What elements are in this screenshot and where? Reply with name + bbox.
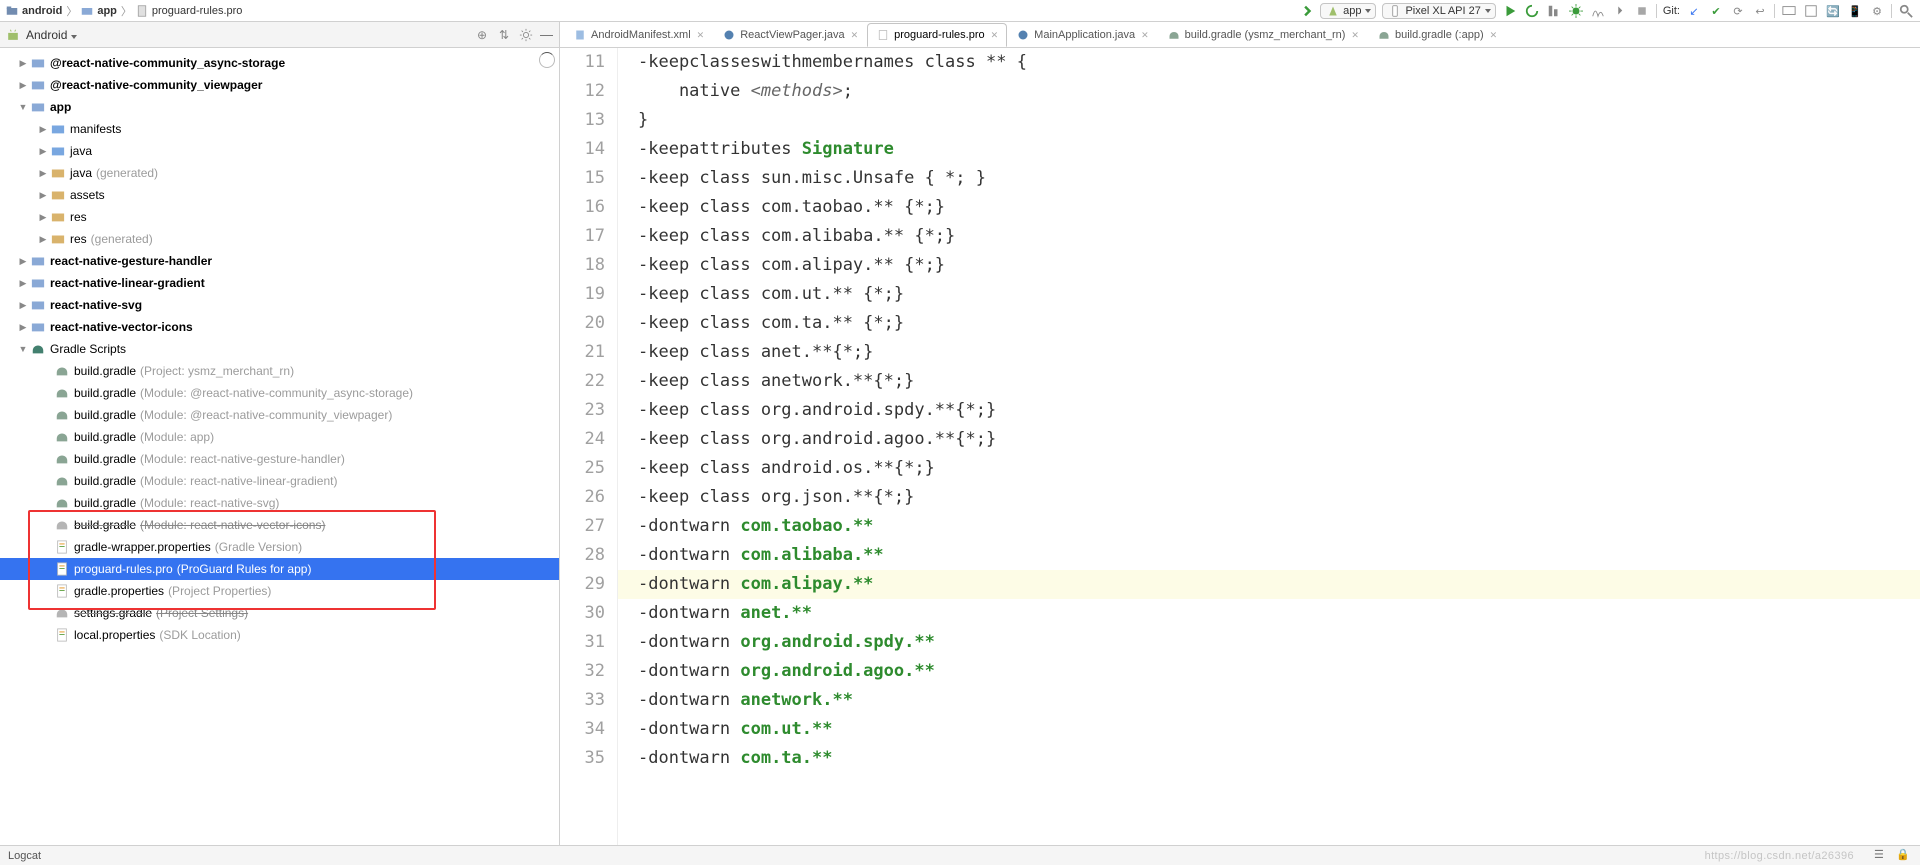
tree-file[interactable]: build.gradle(Module: react-native-gestur… xyxy=(0,448,559,470)
close-icon[interactable]: ✕ xyxy=(1351,30,1359,41)
tree-gradle-scripts[interactable]: ▼Gradle Scripts xyxy=(0,338,559,360)
android-icon xyxy=(6,28,20,42)
tree-folder[interactable]: ▶assets xyxy=(0,184,559,206)
git-revert-icon[interactable]: ↩ xyxy=(1752,3,1768,19)
tree-file[interactable]: build.gradle(Module: react-native-svg) xyxy=(0,492,559,514)
tree-folder[interactable]: ▶java xyxy=(0,140,559,162)
close-icon[interactable]: ✕ xyxy=(697,30,705,41)
git-label: Git: xyxy=(1663,5,1680,17)
tree-module[interactable]: ▶react-native-linear-gradient xyxy=(0,272,559,294)
sdk-manager-icon[interactable] xyxy=(1803,3,1819,19)
tree-file[interactable]: build.gradle(Project: ysmz_merchant_rn) xyxy=(0,360,559,382)
module-icon xyxy=(81,5,93,17)
sync-icon[interactable]: 🔄 xyxy=(1825,3,1841,19)
tree-file[interactable]: gradle.properties(Project Properties) xyxy=(0,580,559,602)
breadcrumb-sep: 〉 xyxy=(121,3,132,19)
tab-proguard[interactable]: proguard-rules.pro✕ xyxy=(867,23,1007,47)
event-log-icon[interactable]: ☰ xyxy=(1874,848,1890,864)
project-panel-header: Android ⊕ ⇅ — xyxy=(0,22,559,48)
tab-gradle[interactable]: build.gradle (:app)✕ xyxy=(1368,23,1506,47)
tree-file[interactable]: build.gradle(Module: @react-native-commu… xyxy=(0,404,559,426)
watermark-text: https://blog.csdn.net/a26396 xyxy=(1705,850,1854,862)
stop-icon[interactable] xyxy=(1634,3,1650,19)
xml-file-icon xyxy=(573,28,587,42)
git-update-icon[interactable]: ↙ xyxy=(1686,3,1702,19)
git-commit-icon[interactable]: ✔ xyxy=(1708,3,1724,19)
tree-module[interactable]: ▶@react-native-community_async-storage xyxy=(0,52,559,74)
java-class-icon xyxy=(722,28,736,42)
java-class-icon xyxy=(1016,28,1030,42)
editor-gutter: 1112131415161718192021222324252627282930… xyxy=(560,48,618,845)
debug-icon[interactable] xyxy=(1568,3,1584,19)
hide-panel-icon[interactable]: — xyxy=(540,27,553,42)
git-history-icon[interactable]: ⟳ xyxy=(1730,3,1746,19)
tree-file-excluded[interactable]: build.gradle(Module: react-native-vector… xyxy=(0,514,559,536)
device-manager-icon[interactable]: 📱 xyxy=(1847,3,1863,19)
logcat-button[interactable]: Logcat xyxy=(8,850,41,862)
tree-folder[interactable]: ▶res(generated) xyxy=(0,228,559,250)
project-tool-window: Android ⊕ ⇅ — ▶@react-native-community_a… xyxy=(0,22,560,845)
tree-file[interactable]: build.gradle(Module: react-native-linear… xyxy=(0,470,559,492)
apply-changes-icon[interactable] xyxy=(1524,3,1540,19)
gradle-file-icon xyxy=(1167,28,1181,42)
profile-icon[interactable] xyxy=(1590,3,1606,19)
tree-folder[interactable]: ▶res xyxy=(0,206,559,228)
coverage-icon[interactable] xyxy=(1546,3,1562,19)
tree-module[interactable]: ▶react-native-gesture-handler xyxy=(0,250,559,272)
run-icon[interactable] xyxy=(1502,3,1518,19)
tree-module-app[interactable]: ▼app xyxy=(0,96,559,118)
settings-gear-icon[interactable] xyxy=(518,27,534,43)
tab-java[interactable]: MainApplication.java✕ xyxy=(1007,23,1157,47)
tree-file[interactable]: local.properties(SDK Location) xyxy=(0,624,559,646)
tree-file[interactable]: build.gradle(Module: app) xyxy=(0,426,559,448)
tree-file[interactable]: build.gradle(Module: @react-native-commu… xyxy=(0,382,559,404)
status-bar: Logcat https://blog.csdn.net/a26396 ☰ 🔒 xyxy=(0,845,1920,865)
search-icon[interactable] xyxy=(1898,3,1914,19)
tree-file[interactable]: gradle-wrapper.properties(Gradle Version… xyxy=(0,536,559,558)
tab-gradle[interactable]: build.gradle (ysmz_merchant_rn)✕ xyxy=(1158,23,1368,47)
loading-spinner-icon xyxy=(539,52,555,68)
code-editor[interactable]: 1112131415161718192021222324252627282930… xyxy=(560,48,1920,845)
project-tree[interactable]: ▶@react-native-community_async-storage ▶… xyxy=(0,48,559,845)
project-view-selector[interactable]: Android xyxy=(26,28,77,42)
tree-file-proguard[interactable]: proguard-rules.pro(ProGuard Rules for ap… xyxy=(0,558,559,580)
folder-icon xyxy=(6,5,18,17)
tab-manifest[interactable]: AndroidManifest.xml✕ xyxy=(564,23,713,47)
tab-java[interactable]: ReactViewPager.java✕ xyxy=(713,23,867,47)
breadcrumb-root[interactable]: android xyxy=(22,5,62,17)
close-icon[interactable]: ✕ xyxy=(851,30,859,41)
editor-content[interactable]: -keepclasseswithmembernames class ** { n… xyxy=(618,48,1920,845)
breadcrumb-sep: 〉 xyxy=(66,3,77,19)
avd-manager-icon[interactable] xyxy=(1781,3,1797,19)
breadcrumb-app[interactable]: app xyxy=(97,5,117,17)
breadcrumb-file[interactable]: proguard-rules.pro xyxy=(152,5,243,17)
file-icon xyxy=(136,5,148,17)
device-selector[interactable]: Pixel XL API 27 xyxy=(1382,3,1495,19)
properties-file-icon xyxy=(876,28,890,42)
tree-module[interactable]: ▶@react-native-community_viewpager xyxy=(0,74,559,96)
tree-folder[interactable]: ▶manifests xyxy=(0,118,559,140)
close-icon[interactable]: ✕ xyxy=(991,30,999,41)
main-toolbar: app Pixel XL API 27 ⏵ Git: ↙ ✔ ⟳ ↩ 🔄 📱 ⚙ xyxy=(1298,0,1914,22)
tree-module[interactable]: ▶react-native-svg xyxy=(0,294,559,316)
close-icon[interactable]: ✕ xyxy=(1490,30,1498,41)
editor-tabs: AndroidManifest.xml✕ ReactViewPager.java… xyxy=(560,22,1920,48)
gradle-file-icon xyxy=(1377,28,1391,42)
close-icon[interactable]: ✕ xyxy=(1141,30,1149,41)
lock-icon[interactable]: 🔒 xyxy=(1896,848,1912,864)
tree-file-excluded[interactable]: settings.gradle(Project Settings) xyxy=(0,602,559,624)
filter-icon[interactable]: ⇅ xyxy=(496,27,512,43)
editor-area: AndroidManifest.xml✕ ReactViewPager.java… xyxy=(560,22,1920,845)
structure-icon[interactable]: ⚙ xyxy=(1869,3,1885,19)
attach-debugger-icon[interactable]: ⏵ xyxy=(1612,3,1628,19)
tree-module[interactable]: ▶react-native-vector-icons xyxy=(0,316,559,338)
target-icon[interactable]: ⊕ xyxy=(474,27,490,43)
tree-folder[interactable]: ▶java(generated) xyxy=(0,162,559,184)
build-icon[interactable] xyxy=(1298,3,1314,19)
run-config-selector[interactable]: app xyxy=(1320,3,1376,19)
